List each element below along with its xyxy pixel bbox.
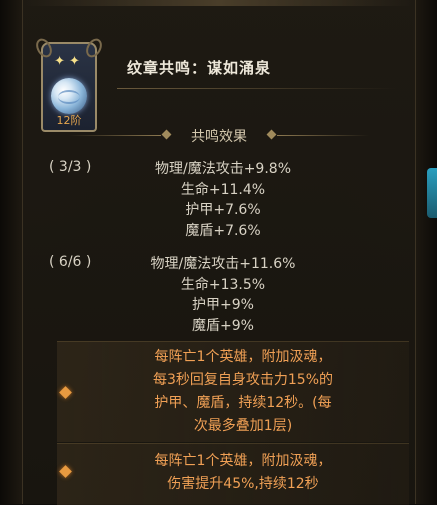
special-effect-1: 每阵亡1个英雄，附加汲魂， 每3秒回复自身攻击力15%的 护甲、魔盾，持续12秒… xyxy=(57,341,409,442)
side-gem-icon xyxy=(427,168,437,218)
right-frame-strip xyxy=(413,0,437,504)
diamond-bullet-icon xyxy=(59,386,72,399)
emblem-badge: ✦✦ 12阶 xyxy=(32,35,106,132)
tier-stats: 物理/魔法攻击+9.8% 生命+11.4% 护甲+7.6% 魔盾+7.6% xyxy=(123,159,323,241)
stat-line: 魔盾+9% xyxy=(192,317,254,334)
stat-line: 生命+13.5% xyxy=(180,276,266,293)
effect-line: 每阵亡1个英雄，附加汲魂， xyxy=(154,453,332,469)
title-divider xyxy=(117,88,397,89)
left-frame-strip xyxy=(0,0,24,504)
diamond-bullet-icon xyxy=(59,465,72,478)
tier-stats: 物理/魔法攻击+11.6% 生命+13.5% 护甲+9% 魔盾+9% xyxy=(123,254,323,336)
resonance-tooltip-panel: ✦✦ 12阶 纹章共鸣：谋如涌泉 共鸣效果 ( 3/3 ) 物理/魔法攻击+9.… xyxy=(22,0,416,505)
effect-text: 每阵亡1个英雄，附加汲魂， 每3秒回复自身攻击力15%的 护甲、魔盾，持续12秒… xyxy=(97,346,389,438)
special-effect-2: 每阵亡1个英雄，附加汲魂， 伤害提升45%,持续12秒 xyxy=(57,443,409,505)
effect-line: 每3秒回复自身攻击力15%的 xyxy=(152,372,334,388)
effect-line: 次最多叠加1层) xyxy=(193,418,293,434)
stat-line: 物理/魔法攻击+11.6% xyxy=(150,256,296,272)
diamond-icon xyxy=(161,129,172,140)
tier-count: ( 3/3 ) xyxy=(49,159,92,175)
effect-line: 每阵亡1个英雄，附加汲魂， xyxy=(154,349,332,365)
effect-text: 每阵亡1个英雄，附加汲魂， 伤害提升45%,持续12秒 xyxy=(97,450,389,496)
stat-line: 物理/魔法攻击+9.8% xyxy=(154,161,291,177)
section-header-label: 共鸣效果 xyxy=(191,129,247,145)
effect-line: 伤害提升45%,持续12秒 xyxy=(167,476,319,492)
emblem-orb-icon xyxy=(51,78,87,114)
stat-line: 护甲+9% xyxy=(192,297,254,313)
header-line-left xyxy=(69,135,161,136)
stat-line: 魔盾+7.6% xyxy=(185,222,261,239)
stat-line: 生命+11.4% xyxy=(180,181,266,198)
tier-count: ( 6/6 ) xyxy=(49,254,92,270)
star-rating-icon: ✦✦ xyxy=(54,54,84,69)
section-header: 共鸣效果 xyxy=(23,124,415,146)
header-line-right xyxy=(277,135,369,136)
diamond-icon xyxy=(266,129,277,140)
panel-top-border xyxy=(23,0,415,6)
resonance-title: 纹章共鸣：谋如涌泉 xyxy=(127,59,272,77)
effect-line: 护甲、魔盾，持续12秒。(每 xyxy=(154,395,332,411)
stat-line: 护甲+7.6% xyxy=(185,202,261,218)
